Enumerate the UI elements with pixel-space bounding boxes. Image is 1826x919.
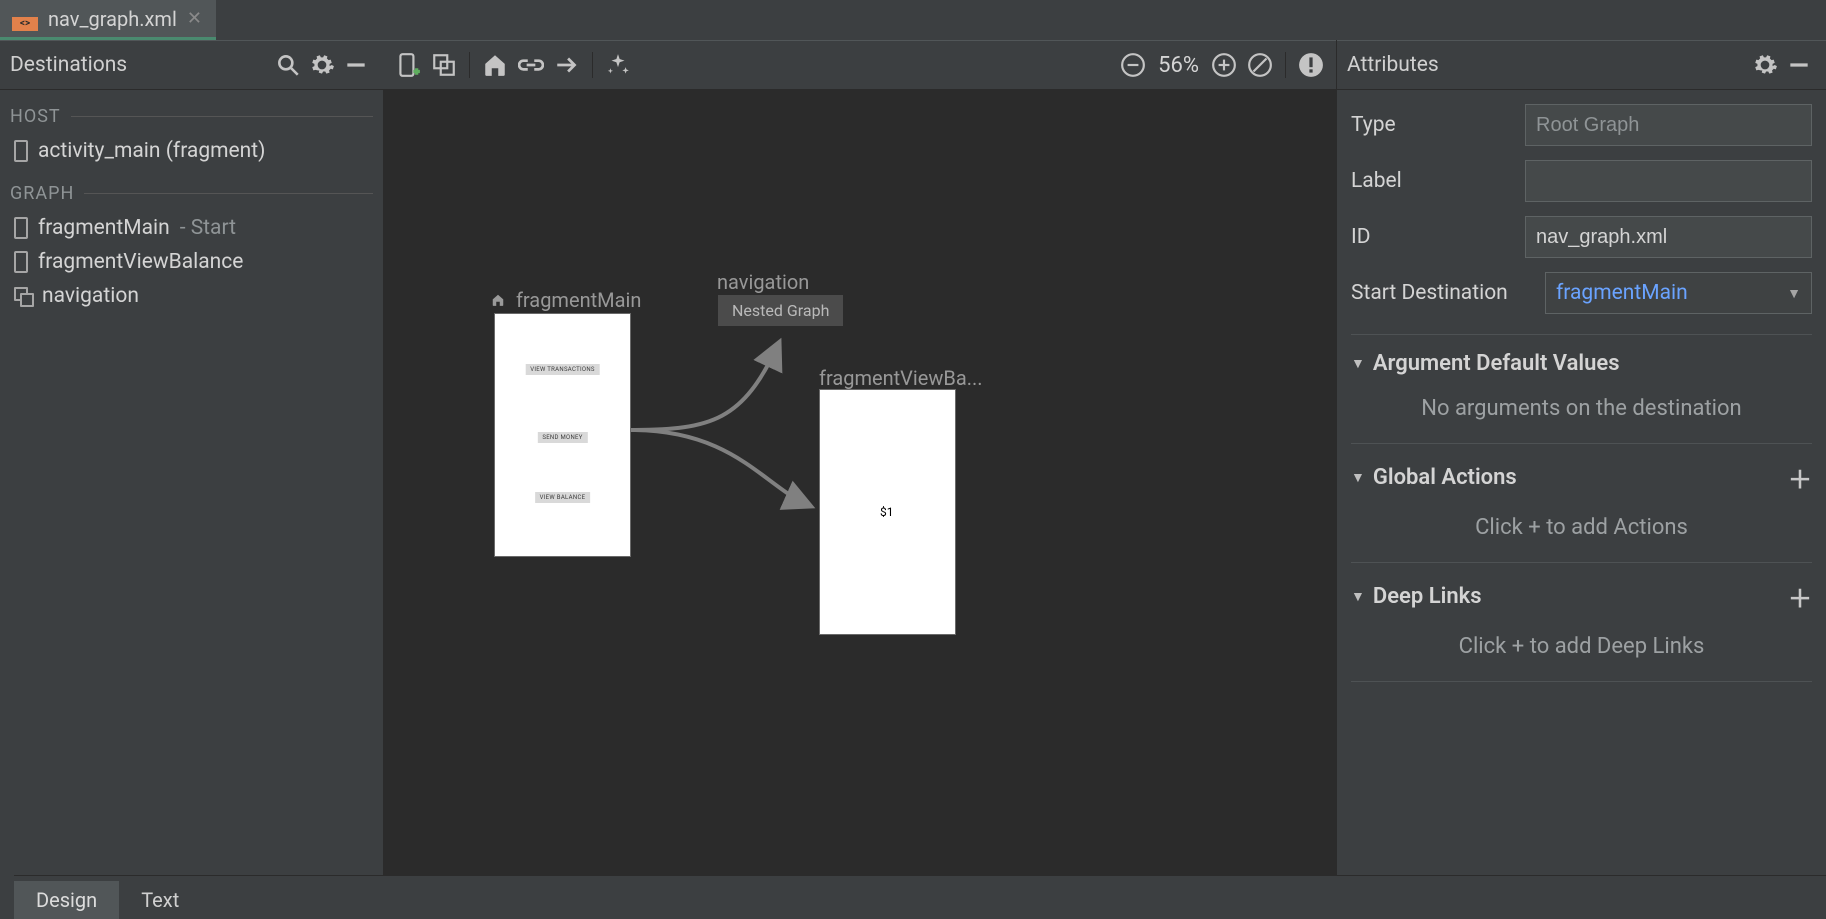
canvas-toolbar: 56%: [383, 40, 1336, 90]
type-field[interactable]: [1525, 104, 1812, 146]
warnings-icon[interactable]: [1294, 48, 1328, 82]
editor-tabbar: <> nav_graph.xml ✕: [0, 0, 1826, 40]
attr-row-label: Label: [1351, 160, 1812, 202]
zoom-out-icon[interactable]: [1116, 48, 1150, 82]
destinations-panel: Destinations HOST activity_main (fragmen…: [0, 40, 383, 875]
host-item-activity-main[interactable]: activity_main (fragment): [4, 135, 379, 169]
tab-text[interactable]: Text: [119, 881, 201, 919]
label-label: Label: [1351, 169, 1511, 193]
send-money-button: SEND MONEY: [537, 432, 587, 443]
attr-row-type: Type: [1351, 104, 1812, 146]
zoom-reset-icon[interactable]: [1243, 48, 1277, 82]
fragmentmain-preview[interactable]: VIEW TRANSACTIONS SEND MONEY VIEW BALANC…: [495, 314, 630, 556]
start-destination-select[interactable]: fragmentMain ▼: [1545, 272, 1812, 314]
connection-arrows: [383, 90, 1073, 790]
tab-design[interactable]: Design: [14, 881, 119, 919]
fragment-icon: [14, 140, 28, 162]
home-icon[interactable]: [478, 48, 512, 82]
file-tab-label: nav_graph.xml: [48, 7, 177, 31]
balance-amount: $1: [880, 505, 894, 519]
graph-item-fragmentviewbalance[interactable]: fragmentViewBalance: [4, 246, 379, 280]
fragmentviewbalance-preview[interactable]: $1: [820, 390, 955, 634]
view-balance-button: VIEW BALANCE: [535, 492, 591, 503]
chevron-down-icon: ▼: [1787, 285, 1801, 302]
fragmentviewbalance-title: fragmentViewBa...: [819, 366, 983, 390]
section-deep-links[interactable]: ▼ Deep Links ＋: [1351, 579, 1812, 614]
link-icon[interactable]: [514, 48, 548, 82]
search-icon[interactable]: [271, 48, 305, 82]
attributes-panel: Attributes Type Label ID: [1336, 40, 1826, 875]
section-argument-default-values[interactable]: ▼ Argument Default Values: [1351, 351, 1812, 376]
section-global-actions[interactable]: ▼ Global Actions ＋: [1351, 460, 1812, 495]
host-section-label: HOST: [4, 102, 379, 135]
collapse-icon: ▼: [1351, 588, 1365, 605]
design-canvas-wrap: 56%: [383, 40, 1336, 875]
new-destination-icon[interactable]: [391, 48, 425, 82]
minimize-icon[interactable]: [1782, 48, 1816, 82]
zoom-in-icon[interactable]: [1207, 48, 1241, 82]
nested-graph-icon: [14, 287, 32, 305]
attr-row-id: ID: [1351, 216, 1812, 258]
label-field[interactable]: [1525, 160, 1812, 202]
attr-row-start-destination: Start Destination fragmentMain ▼: [1351, 272, 1812, 314]
navigation-title: navigation: [717, 270, 809, 294]
attributes-header: Attributes: [1337, 40, 1826, 90]
nested-graph-badge[interactable]: Nested Graph: [718, 295, 843, 326]
type-label: Type: [1351, 113, 1511, 137]
nested-graph-icon[interactable]: [427, 48, 461, 82]
graph-item-navigation[interactable]: navigation: [4, 280, 379, 314]
xml-file-icon: <>: [12, 7, 38, 31]
graph-item-fragmentmain[interactable]: fragmentMain - Start: [4, 212, 379, 246]
file-tab-navgraph[interactable]: <> nav_graph.xml ✕: [0, 0, 216, 40]
sparkle-icon[interactable]: [601, 48, 635, 82]
fragmentmain-title: fragmentMain: [491, 288, 641, 312]
bottom-tabbar: Design Text: [0, 875, 1826, 919]
add-global-action-button[interactable]: ＋: [1788, 460, 1812, 495]
view-transactions-button: VIEW TRANSACTIONS: [525, 364, 600, 375]
fragment-icon: [14, 217, 28, 239]
add-deeplink-button[interactable]: ＋: [1788, 579, 1812, 614]
destinations-header: Destinations: [0, 40, 383, 90]
minimize-icon[interactable]: [339, 48, 373, 82]
start-destination-label: Start Destination: [1351, 281, 1531, 305]
attributes-title: Attributes: [1347, 53, 1748, 77]
arrow-right-icon[interactable]: [550, 48, 584, 82]
destinations-title: Destinations: [10, 53, 271, 77]
args-hint: No arguments on the destination: [1351, 390, 1812, 423]
global-actions-hint: Click + to add Actions: [1351, 509, 1812, 542]
gear-icon[interactable]: [305, 48, 339, 82]
deeplinks-hint: Click + to add Deep Links: [1351, 628, 1812, 661]
zoom-level: 56%: [1152, 53, 1205, 78]
home-icon: [491, 293, 505, 307]
collapse-icon: ▼: [1351, 469, 1365, 486]
close-icon[interactable]: ✕: [187, 8, 202, 29]
id-field[interactable]: [1525, 216, 1812, 258]
gear-icon[interactable]: [1748, 48, 1782, 82]
fragment-icon: [14, 251, 28, 273]
graph-section-label: GRAPH: [4, 179, 379, 212]
id-label: ID: [1351, 225, 1511, 249]
design-canvas[interactable]: fragmentMain VIEW TRANSACTIONS SEND MONE…: [383, 90, 1336, 875]
collapse-icon: ▼: [1351, 355, 1365, 372]
